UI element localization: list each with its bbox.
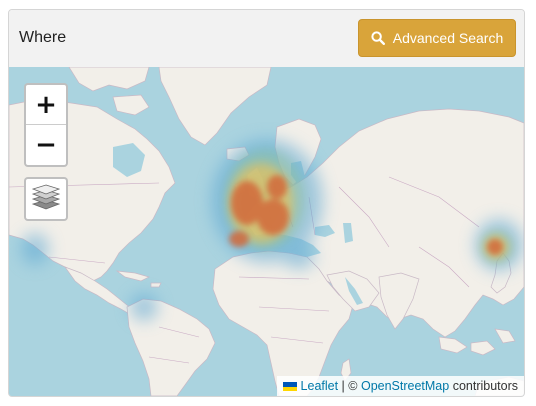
layers-control-button[interactable] <box>24 177 68 221</box>
zoom-out-button[interactable]: − <box>26 125 66 165</box>
panel-header: Where Advanced Search <box>9 10 524 67</box>
search-icon <box>371 31 385 45</box>
where-panel: Where Advanced Search + − Leaflet | © Op… <box>8 9 525 397</box>
panel-title: Where <box>19 29 67 46</box>
attribution-suffix: contributors <box>449 379 518 393</box>
basemap <box>9 67 524 396</box>
leaflet-link[interactable]: Leaflet <box>301 379 339 393</box>
map-attribution: Leaflet | © OpenStreetMap contributors <box>276 376 524 396</box>
zoom-in-button[interactable]: + <box>26 85 66 125</box>
advanced-search-button[interactable]: Advanced Search <box>358 19 516 57</box>
openstreetmap-link[interactable]: OpenStreetMap <box>361 379 449 393</box>
zoom-control: + − <box>24 83 68 167</box>
advanced-search-label: Advanced Search <box>392 30 504 46</box>
layers-icon <box>31 182 61 217</box>
attribution-separator: | © <box>338 379 361 393</box>
world-heatmap[interactable]: + − Leaflet | © OpenStreetMap contributo… <box>9 67 524 396</box>
ukraine-flag-icon <box>282 382 297 391</box>
